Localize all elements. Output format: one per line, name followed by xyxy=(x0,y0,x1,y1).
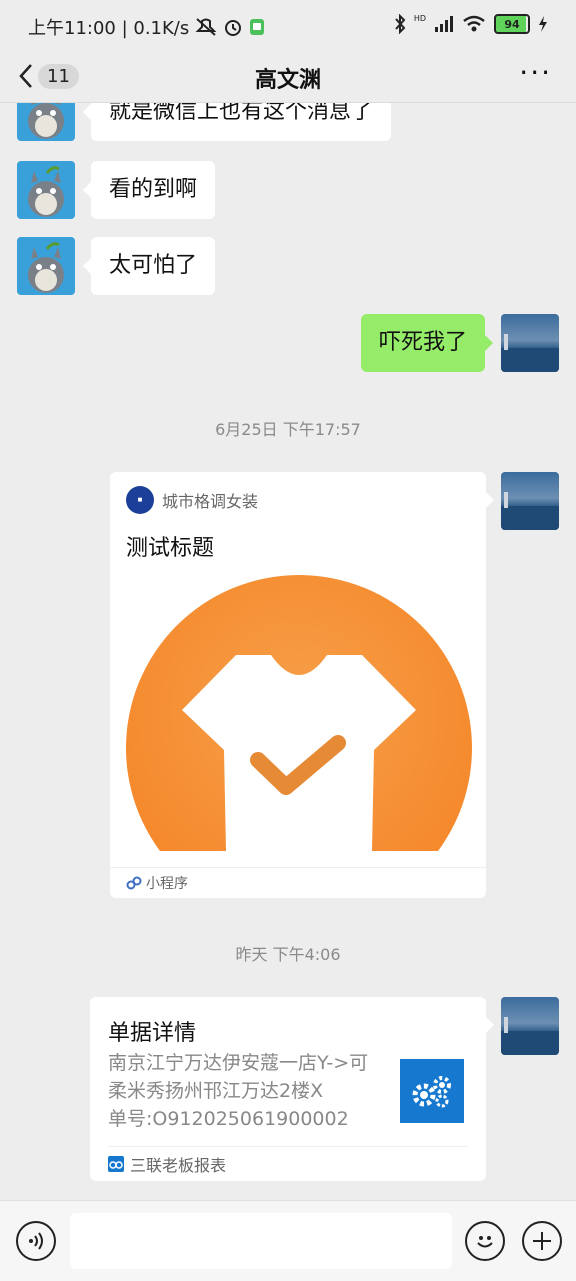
mini-program-title: 测试标题 xyxy=(126,536,215,561)
charging-icon xyxy=(539,16,547,32)
add-button[interactable] xyxy=(522,1221,562,1261)
report-thumbnail xyxy=(400,1059,464,1123)
self-avatar[interactable] xyxy=(501,472,559,530)
self-avatar[interactable] xyxy=(501,314,559,372)
message-bubble[interactable]: 太可怕了 xyxy=(82,237,216,295)
status-left: 上午11:00 | 0.1K/s xyxy=(28,14,265,40)
mini-program-card[interactable]: ■ 城市格调女装 测试标题 小程序 xyxy=(110,472,494,898)
gears-icon xyxy=(412,1076,451,1108)
hd-label: HD xyxy=(413,13,426,23)
mini-program-label: 小程序 xyxy=(146,876,188,892)
input-bar xyxy=(0,1200,576,1281)
voice-icon xyxy=(29,1232,43,1250)
chat-title: 高文渊 xyxy=(254,68,321,93)
brand-logo-icon: ■ xyxy=(126,486,154,514)
app-source-icon xyxy=(108,1156,124,1172)
report-desc-line: 单号:O912025061900002 xyxy=(108,1108,349,1130)
report-desc-line: 柔米秀扬州邗江万达2楼X xyxy=(108,1080,324,1102)
wifi-icon xyxy=(463,15,485,32)
message-bubble[interactable]: 就是微信上也有这个消息了 xyxy=(82,103,392,141)
mini-program-footer: 小程序 xyxy=(110,867,486,898)
sea-photo-icon xyxy=(501,1017,559,1055)
report-description: 南京江宁万达伊安蔻一店Y->可 柔米秀扬州邗江万达2楼X 单号:O9120250… xyxy=(108,1049,388,1133)
report-footer: 三联老板报表 xyxy=(108,1146,468,1181)
sea-photo-icon xyxy=(501,492,559,530)
report-source-name: 三联老板报表 xyxy=(130,1156,227,1175)
emoji-button[interactable] xyxy=(465,1221,505,1261)
status-right: HD 94 xyxy=(394,14,548,34)
message-bubble[interactable]: 看的到啊 xyxy=(82,161,216,219)
totoro-icon xyxy=(28,103,64,139)
totoro-icon xyxy=(28,242,64,293)
mini-program-source-name: 城市格调女装 xyxy=(162,492,259,511)
nav-bar: 11 高文渊 ··· xyxy=(0,52,576,103)
bluetooth-icon xyxy=(395,14,406,34)
timestamp: 昨天 下午4:06 xyxy=(235,945,341,964)
more-button[interactable]: ··· xyxy=(519,56,552,89)
chat-area[interactable]: 就是微信上也有这个消息了 看的到啊 太可怕了 吓死我了 6月25日 下午17:5… xyxy=(0,103,576,1200)
link-icon xyxy=(126,876,142,890)
app-icon xyxy=(250,19,265,35)
status-bar: 上午11:00 | 0.1K/s HD 94 xyxy=(0,0,576,52)
emoji-icon xyxy=(477,1236,493,1248)
signal-icon xyxy=(435,16,453,32)
totoro-icon xyxy=(28,166,64,217)
self-message-bubble[interactable]: 吓死我了 xyxy=(360,314,494,372)
voice-button[interactable] xyxy=(16,1221,56,1261)
self-avatar[interactable] xyxy=(501,997,559,1055)
mini-program-image xyxy=(126,575,472,851)
contact-avatar[interactable] xyxy=(17,237,75,295)
mute-icon xyxy=(195,18,217,36)
timestamp: 6月25日 下午17:57 xyxy=(215,420,361,439)
mini-program-source: ■ 城市格调女装 xyxy=(126,486,258,514)
report-desc-line: 南京江宁万达伊安蔻一店Y->可 xyxy=(108,1052,369,1074)
battery-icon: 94 xyxy=(494,14,530,34)
plus-icon xyxy=(533,1232,551,1250)
alarm-icon xyxy=(225,20,242,36)
status-time-speed: 上午11:00 | 0.1K/s xyxy=(28,18,190,39)
contact-avatar[interactable] xyxy=(17,103,75,141)
sea-photo-icon xyxy=(501,334,559,372)
contact-avatar[interactable] xyxy=(17,161,75,219)
report-title: 单据详情 xyxy=(108,1021,197,1046)
report-card[interactable]: 单据详情 南京江宁万达伊安蔻一店Y->可 柔米秀扬州邗江万达2楼X 单号:O91… xyxy=(90,997,494,1181)
tshirt-logo-icon xyxy=(126,575,472,851)
message-input[interactable] xyxy=(70,1213,452,1269)
